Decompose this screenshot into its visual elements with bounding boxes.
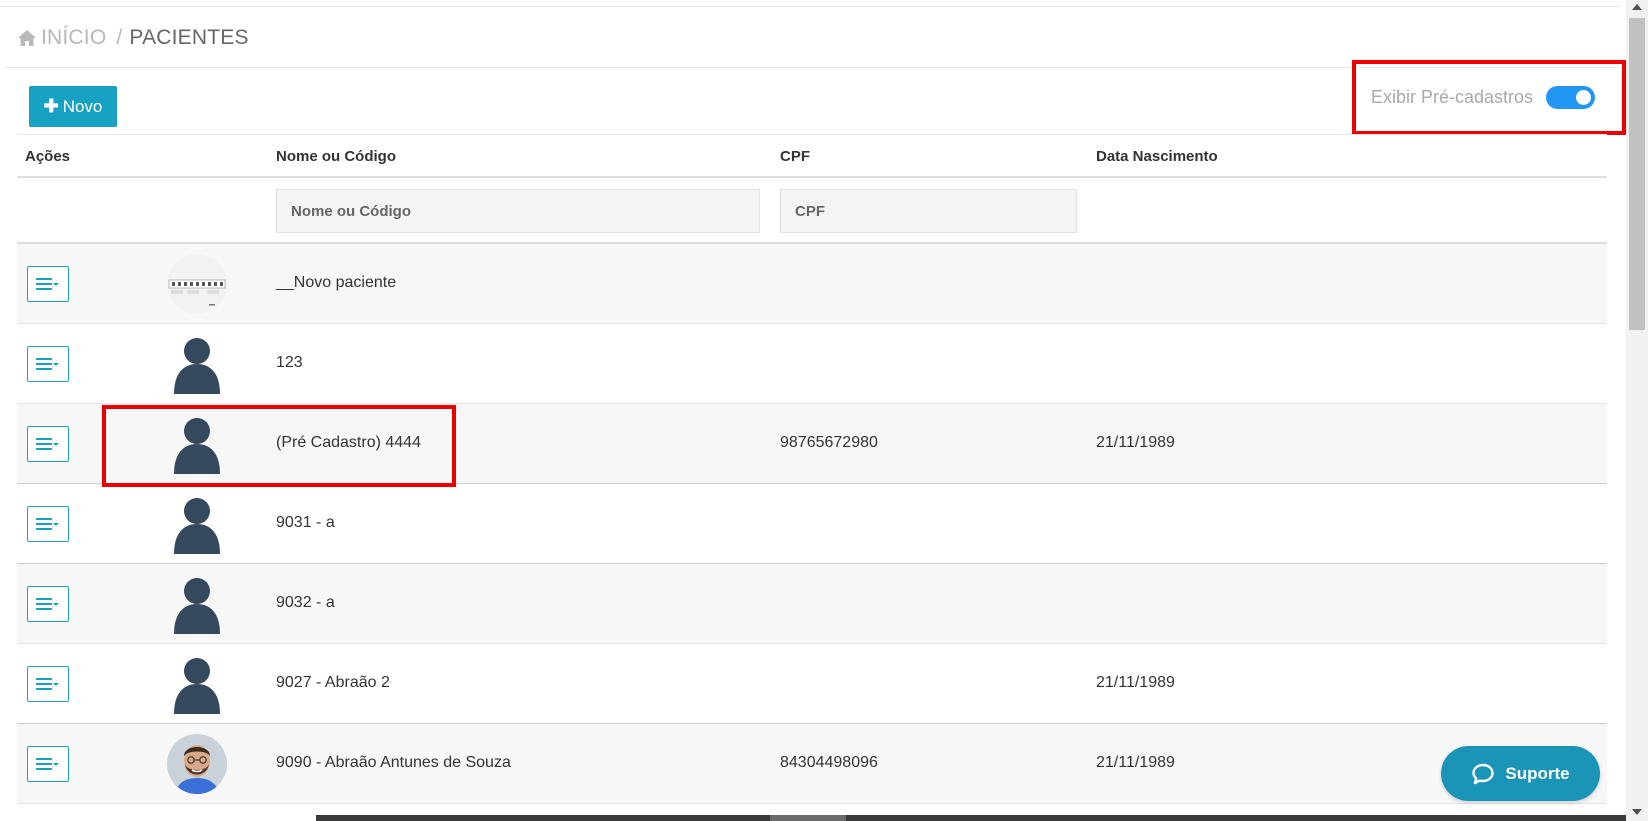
- top-divider: [0, 6, 1620, 7]
- person-silhouette-icon: [167, 494, 227, 554]
- header-birth-date[interactable]: Data Nascimento: [1096, 148, 1218, 165]
- support-button[interactable]: Suporte: [1441, 746, 1600, 801]
- person-silhouette-icon: [167, 334, 227, 394]
- patient-birth-date-cell: 21/11/1989: [1096, 754, 1175, 771]
- table-row: 9090 - Abraão Antunes de Souza 8430449809…: [17, 724, 1607, 804]
- patient-name-cell[interactable]: 123: [276, 354, 303, 372]
- patient-name-cell[interactable]: 9031 - a: [276, 514, 335, 532]
- cpf-filter-input[interactable]: [780, 189, 1077, 233]
- breadcrumb-separator: /: [116, 26, 123, 49]
- header-cpf[interactable]: CPF: [780, 148, 810, 165]
- patients-table: Ações Nome ou Código CPF Data Nascimento…: [17, 134, 1607, 804]
- row-actions-button[interactable]: [27, 266, 69, 302]
- horizontal-scrollbar-thumb[interactable]: [770, 815, 846, 821]
- table-row: 9032 - a: [17, 564, 1607, 644]
- menu-dropdown-icon: [36, 758, 59, 770]
- menu-dropdown-icon: [36, 518, 59, 530]
- chat-bubble-icon: [1472, 763, 1495, 784]
- patient-birth-date-cell: 21/11/1989: [1096, 434, 1175, 451]
- row-actions-button[interactable]: [27, 586, 69, 622]
- home-icon[interactable]: [17, 29, 37, 47]
- row-actions-button[interactable]: [27, 666, 69, 702]
- person-silhouette-icon: [167, 574, 227, 634]
- patient-name-cell[interactable]: (Pré Cadastro) 4444: [276, 434, 421, 452]
- table-row: (Pré Cadastro) 4444 98765672980 21/11/1989: [17, 404, 1607, 484]
- filter-row: [17, 178, 1607, 244]
- table-row: 9031 - a: [17, 484, 1607, 564]
- breadcrumb: INÍCIO / PACIENTES: [17, 26, 249, 50]
- menu-dropdown-icon: [36, 598, 59, 610]
- patient-cpf-cell: 84304498096: [780, 754, 878, 771]
- breadcrumb-home-link[interactable]: INÍCIO: [41, 26, 106, 50]
- row-actions-button[interactable]: [27, 346, 69, 382]
- row-actions-button[interactable]: [27, 746, 69, 782]
- new-patient-button[interactable]: ✚ Novo: [29, 86, 117, 127]
- show-pre-registrations-label: Exibir Pré-cadastros: [1371, 87, 1534, 107]
- show-pre-registrations-toggle[interactable]: [1546, 86, 1596, 109]
- new-patient-label: Novo: [62, 96, 103, 116]
- patient-cpf-cell: 98765672980: [780, 434, 878, 451]
- menu-dropdown-icon: [36, 358, 59, 370]
- row-actions-button[interactable]: [27, 506, 69, 542]
- header-name[interactable]: Nome ou Código: [276, 148, 396, 165]
- patient-photo-avatar: [167, 734, 227, 794]
- table-header: Ações Nome ou Código CPF Data Nascimento: [17, 134, 1607, 178]
- row-actions-button[interactable]: [27, 426, 69, 462]
- table-body: __Novo paciente 123 (Pré Cadastro) 4444 987…: [17, 244, 1607, 804]
- breadcrumb-current: PACIENTES: [129, 26, 249, 49]
- table-row: __Novo paciente: [17, 244, 1607, 324]
- document-thumbnail-avatar: [167, 254, 227, 314]
- patient-birth-date-cell: 21/11/1989: [1096, 674, 1175, 691]
- patient-name-cell[interactable]: 9032 - a: [276, 594, 335, 612]
- plus-icon: ✚: [43, 96, 59, 116]
- show-pre-registrations-filter: Exibir Pré-cadastros: [1352, 60, 1626, 135]
- scroll-up-icon[interactable]: [1632, 4, 1642, 10]
- patient-name-cell[interactable]: __Novo paciente: [276, 274, 396, 292]
- header-actions: Ações: [25, 148, 71, 165]
- menu-dropdown-icon: [36, 678, 59, 690]
- scroll-down-icon[interactable]: [1632, 809, 1642, 815]
- person-silhouette-icon: [167, 414, 227, 474]
- toggle-knob: [1576, 90, 1592, 105]
- name-filter-input[interactable]: [276, 189, 760, 233]
- vertical-scrollbar[interactable]: [1626, 0, 1648, 821]
- patient-name-cell[interactable]: 9090 - Abraão Antunes de Souza: [276, 754, 511, 772]
- person-silhouette-icon: [167, 654, 227, 714]
- table-row: 123: [17, 324, 1607, 404]
- patient-name-cell[interactable]: 9027 - Abraão 2: [276, 674, 390, 692]
- support-label: Suporte: [1505, 763, 1570, 783]
- horizontal-scrollbar[interactable]: [316, 815, 1626, 821]
- scrollbar-thumb[interactable]: [1629, 18, 1645, 330]
- menu-dropdown-icon: [36, 278, 59, 290]
- table-row: 9027 - Abraão 2 21/11/1989: [17, 644, 1607, 724]
- menu-dropdown-icon: [36, 438, 59, 450]
